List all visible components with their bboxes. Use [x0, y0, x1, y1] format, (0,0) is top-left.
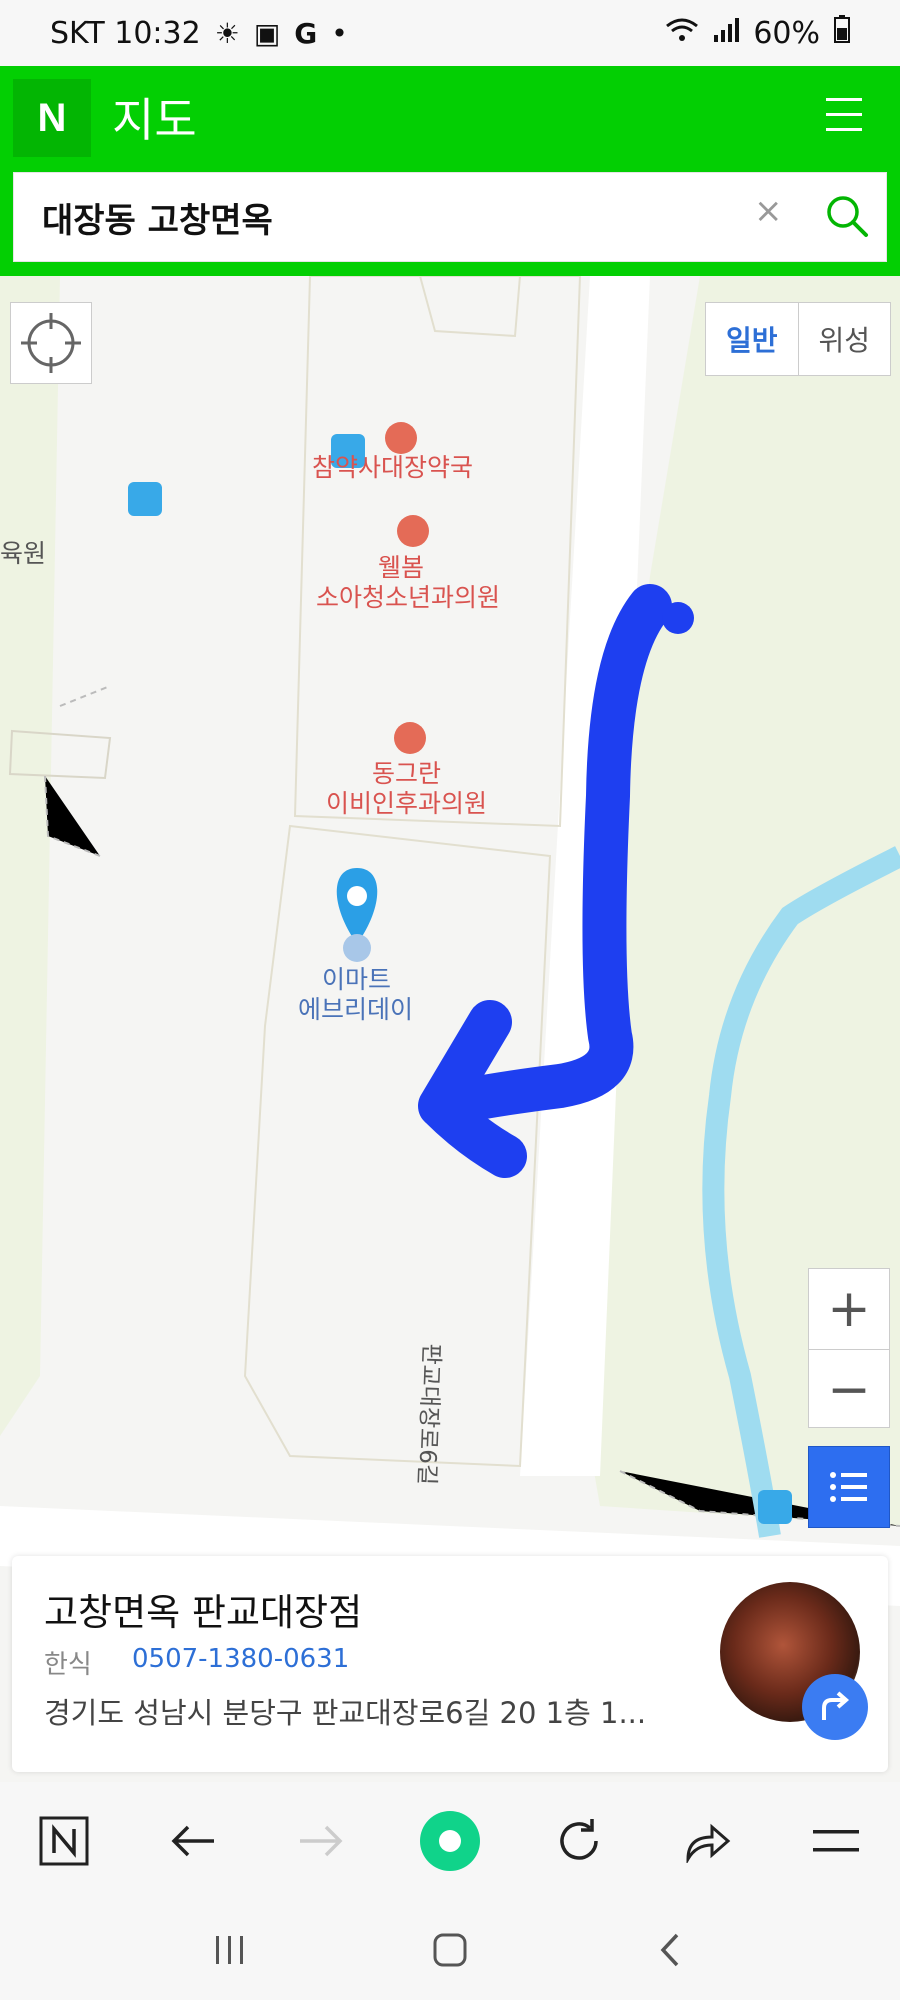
place-name[interactable]: 고창면옥 판교대장점 [44, 1582, 362, 1636]
directions-icon [822, 1691, 850, 1720]
search-icon[interactable] [824, 193, 870, 239]
back-icon[interactable] [640, 1920, 700, 1980]
map-type-toggle: 일반 위성 [705, 302, 891, 376]
home-icon[interactable] [420, 1920, 480, 1980]
poi-clinic2-line1[interactable]: 동그란 [372, 758, 441, 789]
poi-clinic1-line2[interactable]: 소아청소년과의원 [316, 582, 500, 613]
battery-icon [834, 15, 850, 51]
map-type-satellite[interactable]: 위성 [799, 303, 891, 375]
status-bar: SKT 10:32 ☀ ▣ G • 60% [0, 0, 900, 66]
carrier-time: SKT 10:32 [50, 15, 201, 51]
naver-home-icon[interactable] [29, 1806, 99, 1876]
google-icon: G [294, 16, 318, 50]
place-phone[interactable]: 0507-1380-0631 [132, 1644, 349, 1674]
battery-percent: 60% [753, 15, 820, 51]
dot-icon: • [331, 16, 348, 50]
wifi-icon [665, 17, 699, 50]
place-category: 한식 [44, 1650, 92, 1680]
naver-green-dot-icon[interactable] [415, 1806, 485, 1876]
refresh-icon[interactable] [544, 1806, 614, 1876]
directions-button[interactable] [802, 1674, 868, 1740]
place-card[interactable]: 고창면옥 판교대장점 한식 0507-1380-0631 경기도 성남시 분당구… [12, 1556, 888, 1772]
place-address: 경기도 성남시 분당구 판교대장로6길 20 1층 1... [44, 1696, 647, 1730]
hamburger-menu-icon[interactable] [826, 98, 862, 134]
list-icon [830, 1472, 867, 1502]
back-arrow-icon[interactable] [158, 1806, 228, 1876]
brightness-icon: ☀ [214, 16, 240, 50]
share-icon[interactable] [672, 1806, 742, 1876]
poi-mart-line1[interactable]: 이마트 [322, 964, 391, 995]
zoom-control: + − [808, 1268, 890, 1428]
road-label: 판교대장로6길 [413, 1343, 445, 1486]
browser-toolbar [0, 1782, 900, 1900]
zoom-out-button[interactable]: − [809, 1350, 889, 1430]
list-view-button[interactable] [808, 1446, 890, 1528]
recent-apps-icon[interactable] [200, 1920, 260, 1980]
page-title: 지도 [112, 93, 197, 147]
poi-clinic2-line2[interactable]: 이비인후과의원 [326, 788, 487, 819]
browser-menu-icon[interactable] [801, 1806, 871, 1876]
signal-icon [713, 17, 740, 50]
naver-logo[interactable]: N [13, 79, 91, 157]
status-right: 60% [665, 15, 850, 51]
forward-arrow-icon[interactable] [286, 1806, 356, 1876]
search-input[interactable]: 대장동 고창면옥 × [13, 172, 887, 262]
clear-icon[interactable]: × [754, 191, 783, 231]
poi-mart-line2[interactable]: 에브리데이 [298, 994, 413, 1025]
poi-left-edge: 육원 [0, 539, 47, 568]
poi-clinic1-line1[interactable]: 웰봄 [378, 552, 424, 583]
system-nav-bar [0, 1900, 900, 2000]
status-left: SKT 10:32 ☀ ▣ G • [50, 16, 348, 51]
poi-pharmacy[interactable]: 참약사대장약국 [312, 452, 473, 483]
current-location-button[interactable] [10, 302, 92, 384]
crosshair-icon [21, 313, 81, 373]
map-type-normal[interactable]: 일반 [706, 303, 799, 375]
search-query[interactable]: 대장동 고창면옥 [42, 193, 273, 242]
zoom-in-button[interactable]: + [809, 1269, 889, 1350]
app-header: N 지도 대장동 고창면옥 × [0, 66, 900, 276]
gallery-icon: ▣ [253, 16, 281, 50]
